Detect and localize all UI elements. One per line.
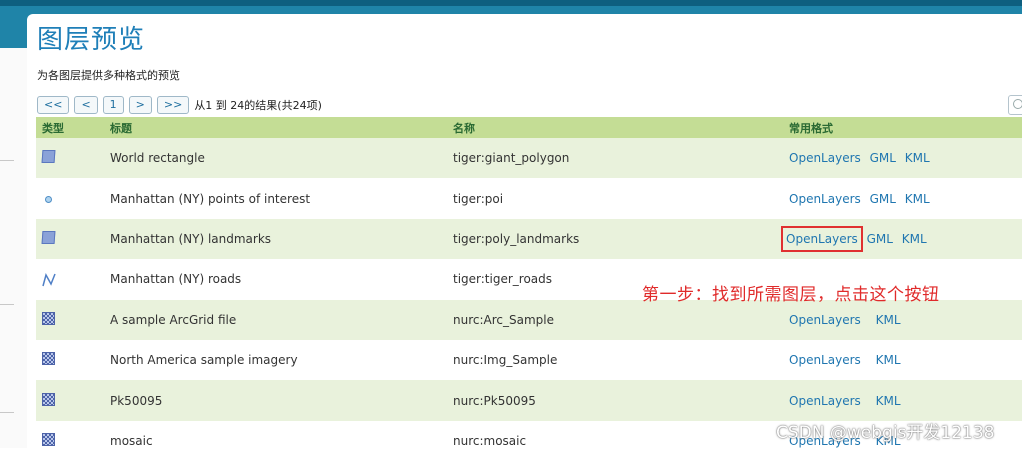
layer-title: Manhattan (NY) roads	[104, 259, 447, 300]
gml-link[interactable]: GML	[867, 232, 893, 246]
table-row: Manhattan (NY) landmarks tiger:poly_land…	[36, 218, 1022, 260]
line-icon	[42, 272, 56, 286]
layer-name: nurc:Pk50095	[447, 380, 783, 421]
openlayers-link[interactable]: OpenLayers	[789, 192, 861, 206]
openlayers-link[interactable]: OpenLayers	[789, 151, 861, 165]
kml-link[interactable]: KML	[905, 192, 930, 206]
gml-link[interactable]: GML	[870, 151, 896, 165]
page-1-button[interactable]: 1	[102, 96, 124, 114]
raster-icon	[42, 311, 55, 325]
layer-name: nurc:Arc_Sample	[447, 299, 783, 340]
table-row: North America sample imagery nurc:Img_Sa…	[36, 339, 1022, 381]
layer-title: mosaic	[104, 420, 447, 461]
table-header-row: 类型 标题 名称 常用格式	[36, 117, 1022, 138]
search-input[interactable]	[1008, 95, 1022, 115]
table-row: Manhattan (NY) points of interest tiger:…	[36, 178, 1022, 219]
point-icon	[45, 195, 52, 203]
result-count: 从1 到 24的结果(共24项)	[194, 99, 322, 112]
column-header-name[interactable]: 名称	[447, 117, 783, 138]
last-page-button[interactable]: >>	[156, 96, 190, 114]
openlayers-link-highlighted[interactable]: OpenLayers	[781, 225, 863, 252]
type-cell	[36, 259, 104, 300]
type-cell	[36, 380, 104, 421]
pagination: << < 1 > >> 从1 到 24的结果(共24项)	[37, 95, 322, 115]
layer-name: tiger:poi	[447, 178, 783, 219]
next-page-button[interactable]: >	[128, 96, 152, 114]
layer-title: Manhattan (NY) points of interest	[104, 178, 447, 219]
type-cell	[36, 420, 104, 461]
sidebar-divider	[0, 412, 14, 413]
left-sidebar	[0, 48, 27, 448]
openlayers-link[interactable]: OpenLayers	[789, 394, 861, 408]
type-cell	[36, 218, 104, 260]
openlayers-link[interactable]: OpenLayers	[789, 353, 861, 367]
layer-preview-panel: 图层预览 为各图层提供多种格式的预览 << < 1 > >> 从1 到 24的结…	[27, 14, 1022, 461]
page-title: 图层预览	[37, 25, 146, 55]
kml-link[interactable]: KML	[905, 151, 930, 165]
type-cell	[36, 339, 104, 381]
table-row: World rectangle tiger:giant_polygon Open…	[36, 138, 1022, 179]
sidebar-divider	[0, 160, 14, 161]
formats-cell: OpenLayers KML	[783, 299, 1022, 340]
layer-name: nurc:Img_Sample	[447, 339, 783, 381]
formats-cell: OpenLayers GML KML	[783, 138, 1022, 179]
top-banner-line	[0, 0, 1022, 6]
raster-icon	[42, 432, 55, 446]
table-row: A sample ArcGrid file nurc:Arc_Sample Op…	[36, 299, 1022, 340]
formats-cell: OpenLayers GML KML	[781, 218, 1022, 260]
gml-link[interactable]: GML	[870, 192, 896, 206]
prev-page-button[interactable]: <	[74, 96, 98, 114]
layer-title: A sample ArcGrid file	[104, 299, 447, 340]
sidebar-divider	[0, 304, 14, 305]
column-header-type[interactable]: 类型	[36, 117, 104, 138]
polygon-icon	[41, 230, 56, 244]
page-subtitle: 为各图层提供多种格式的预览	[37, 69, 180, 82]
layer-name: tiger:poly_landmarks	[447, 218, 783, 260]
raster-icon	[42, 392, 55, 406]
annotation-text: 第一步：找到所需图层，点击这个按钮	[642, 285, 940, 305]
formats-cell: OpenLayers KML	[783, 380, 1022, 421]
type-cell	[36, 138, 104, 179]
formats-cell: OpenLayers KML	[783, 339, 1022, 381]
layer-name: tiger:giant_polygon	[447, 138, 783, 179]
column-header-formats: 常用格式	[783, 117, 1022, 138]
formats-cell: OpenLayers GML KML	[783, 178, 1022, 219]
table-row: Pk50095 nurc:Pk50095 OpenLayers KML	[36, 380, 1022, 421]
layer-title: North America sample imagery	[104, 339, 447, 381]
watermark: CSDN @webgis开发12138	[776, 423, 995, 443]
type-cell	[36, 178, 104, 219]
type-cell	[36, 299, 104, 340]
layer-name: nurc:mosaic	[447, 420, 783, 461]
layer-title: Pk50095	[104, 380, 447, 421]
kml-link[interactable]: KML	[876, 313, 901, 327]
kml-link[interactable]: KML	[876, 394, 901, 408]
search-icon	[1013, 99, 1022, 109]
polygon-icon	[41, 150, 56, 164]
kml-link[interactable]: KML	[902, 232, 927, 246]
first-page-button[interactable]: <<	[37, 96, 70, 114]
layer-title: Manhattan (NY) landmarks	[104, 218, 447, 260]
openlayers-link[interactable]: OpenLayers	[789, 313, 861, 327]
layer-title: World rectangle	[104, 138, 447, 179]
raster-icon	[42, 352, 55, 366]
column-header-title[interactable]: 标题	[104, 117, 447, 138]
kml-link[interactable]: KML	[876, 353, 901, 367]
